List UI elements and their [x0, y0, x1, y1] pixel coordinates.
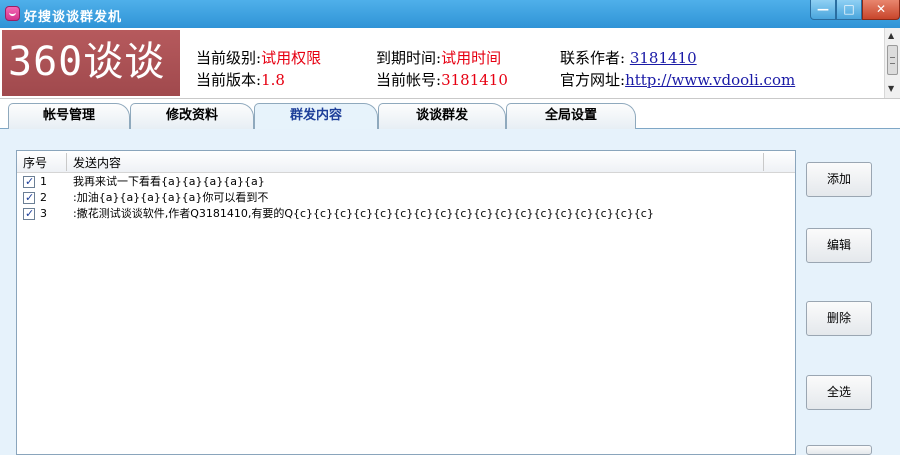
list-row[interactable]: 2 :加油{a}{a}{a}{a}{a}你可以看到不	[17, 190, 795, 206]
add-button[interactable]: 添加	[806, 162, 872, 197]
content-panel: 序号 发送内容 1 我再来试一下看看{a}{a}{a}{a}{a} 2 :加油{…	[0, 129, 900, 455]
tab-edit-profile[interactable]: 修改资料	[130, 103, 254, 129]
tab-bar: 帐号管理 修改资料 群发内容 谈谈群发 全局设置	[0, 99, 900, 130]
account-label: 当前帐号:	[376, 71, 442, 89]
header-scrollbar[interactable]: ▲ ▼	[884, 28, 900, 98]
row-index: 3	[40, 207, 47, 220]
level-label: 当前级别:	[196, 49, 262, 67]
logo: 360谈谈	[2, 30, 180, 96]
maximize-button[interactable]: □	[836, 0, 862, 20]
edit-button[interactable]: 编辑	[806, 228, 872, 263]
scroll-up-icon[interactable]: ▲	[888, 31, 894, 40]
version-value: 1.8	[261, 71, 285, 89]
contact-link[interactable]: 3181410	[630, 49, 697, 67]
tab-global-settings[interactable]: 全局设置	[506, 103, 636, 129]
contact-info: 联系作者: 3181410	[560, 47, 697, 68]
expire-value: 试用时间	[441, 49, 502, 67]
window-title: 好搜谈谈群发机	[24, 10, 123, 25]
row-content: :加油{a}{a}{a}{a}{a}你可以看到不	[73, 191, 269, 204]
list-row[interactable]: 3 :撒花测试谈谈软件,作者Q3181410,有要的Q{c}{c}{c}{c}{…	[17, 206, 795, 222]
delete-button[interactable]: 删除	[806, 301, 872, 336]
column-divider[interactable]	[763, 153, 764, 171]
row-index: 1	[40, 175, 47, 188]
close-button[interactable]: ✕	[862, 0, 900, 20]
version-info: 当前版本:1.8	[196, 69, 285, 90]
tab-account-manage[interactable]: 帐号管理	[8, 103, 130, 129]
app-icon	[5, 6, 20, 21]
scroll-down-icon[interactable]: ▼	[888, 84, 894, 93]
version-label: 当前版本:	[196, 71, 262, 89]
row-content: :撒花测试谈谈软件,作者Q3181410,有要的Q{c}{c}{c}{c}{c}…	[73, 207, 654, 220]
level-value: 试用权限	[261, 49, 322, 67]
tab-mass-send[interactable]: 谈谈群发	[378, 103, 506, 129]
site-link[interactable]: http://www.vdooli.com	[625, 71, 795, 89]
expire-info: 到期时间:试用时间	[376, 47, 501, 68]
row-checkbox[interactable]	[23, 190, 35, 206]
expire-label: 到期时间:	[376, 49, 442, 67]
level-info: 当前级别:试用权限	[196, 47, 321, 68]
list-header: 序号 发送内容	[17, 151, 795, 173]
tab-send-content[interactable]: 群发内容	[254, 103, 378, 130]
minimize-button[interactable]: —	[810, 0, 836, 20]
more-button[interactable]	[806, 445, 872, 455]
select-all-button[interactable]: 全选	[806, 375, 872, 410]
column-index[interactable]: 序号	[23, 154, 47, 171]
column-divider[interactable]	[66, 153, 67, 171]
row-checkbox[interactable]	[23, 206, 35, 222]
row-checkbox[interactable]	[23, 174, 35, 190]
row-content: 我再来试一下看看{a}{a}{a}{a}{a}	[73, 175, 265, 188]
scroll-thumb[interactable]	[887, 45, 898, 75]
account-value: 3181410	[441, 71, 508, 89]
content-list[interactable]: 序号 发送内容 1 我再来试一下看看{a}{a}{a}{a}{a} 2 :加油{…	[16, 150, 796, 455]
column-content[interactable]: 发送内容	[73, 154, 121, 171]
account-info: 当前帐号:3181410	[376, 69, 508, 90]
title-bar[interactable]: 好搜谈谈群发机 — □ ✕	[0, 0, 900, 28]
row-index: 2	[40, 191, 47, 204]
contact-label: 联系作者:	[560, 49, 630, 67]
header-panel: 360谈谈 当前级别:试用权限 当前版本:1.8 到期时间:试用时间 当前帐号:…	[0, 28, 900, 99]
site-label: 官方网址:	[560, 71, 626, 89]
site-info: 官方网址:http://www.vdooli.com	[560, 69, 795, 90]
list-row[interactable]: 1 我再来试一下看看{a}{a}{a}{a}{a}	[17, 174, 795, 190]
